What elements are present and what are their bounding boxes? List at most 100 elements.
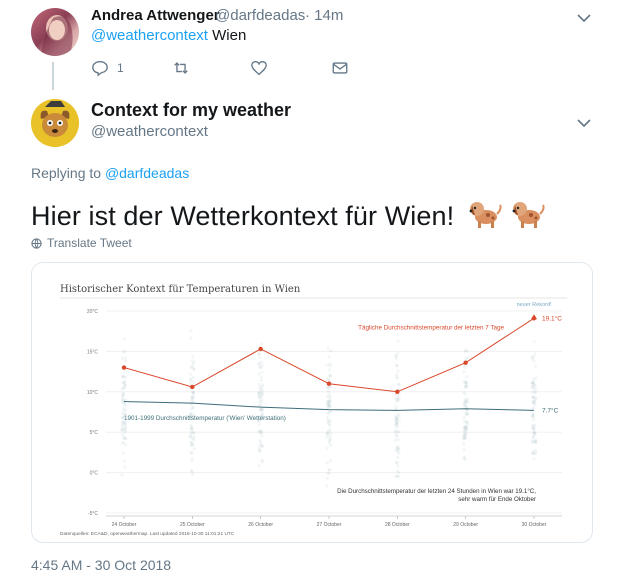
historical-data-point	[534, 440, 538, 444]
temperature-chart: 20°C 15°C 10°C 5°C 0°C -5°C 24 October 25 Octob…	[60, 297, 567, 537]
historical-data-point	[121, 392, 126, 396]
chevron-down-icon[interactable]	[577, 13, 591, 23]
historical-data-point	[121, 397, 125, 401]
historical-data-point	[191, 354, 195, 359]
historical-data-point	[260, 397, 264, 401]
historical-data-point	[189, 432, 193, 436]
recent-end-label: 19.1°C	[542, 314, 562, 322]
user-handle[interactable]: @weathercontext	[91, 123, 208, 140]
historical-data-point	[530, 355, 534, 359]
historical-data-point	[326, 420, 330, 424]
historical-data-point	[258, 387, 262, 391]
chart-footer: Datenquellen: ECA&D, openweathermap. Las…	[60, 531, 235, 537]
avatar[interactable]	[31, 8, 79, 56]
tweet-andrea[interactable]: Andrea Attwenger @darfdeadas · 14m @weat…	[0, 0, 621, 92]
historical-data-point	[396, 369, 400, 373]
historical-data-point	[257, 391, 261, 395]
historical-data-point	[463, 365, 467, 370]
historical-data-point	[190, 390, 195, 394]
historical-data-point	[123, 430, 127, 434]
direct-message-button[interactable]	[331, 58, 349, 78]
historical-data-point	[532, 418, 536, 422]
translate-label: Translate Tweet	[47, 236, 132, 250]
historical-data-point	[531, 412, 535, 416]
historical-data-point	[325, 476, 329, 480]
chart-image-card[interactable]: Historischer Kontext für Temperaturen in…	[31, 262, 593, 543]
historical-data-point	[394, 405, 398, 409]
thread-line	[52, 62, 54, 90]
record-marker	[531, 314, 537, 320]
historical-data-point	[258, 449, 262, 454]
historical-data-point	[462, 429, 466, 433]
historical-data-point	[260, 434, 264, 438]
retweet-button[interactable]	[172, 58, 190, 78]
recent-series-label: Tägliche Durchschnittstemperatur der let…	[358, 325, 504, 332]
historical-data-point	[257, 351, 261, 356]
historic-series-label: 1901-1999 Durchschnittstemperatur ('Wien…	[124, 415, 286, 422]
historical-data-point	[532, 430, 536, 434]
historical-data-point	[191, 394, 196, 399]
historical-data-point	[532, 457, 536, 461]
historical-data-point	[260, 342, 264, 346]
recent-data-point	[258, 346, 263, 352]
reply-icon	[92, 61, 108, 77]
mention-link[interactable]: @weathercontext	[91, 27, 208, 44]
chevron-down-icon[interactable]	[577, 118, 591, 128]
tweet-time[interactable]: · 14m	[305, 7, 343, 24]
historical-data-point	[463, 458, 468, 462]
historical-data-point	[258, 441, 262, 445]
historical-data-point	[260, 364, 264, 368]
historical-data-point	[190, 469, 194, 474]
historical-data-point	[326, 385, 330, 390]
historical-data-point	[122, 440, 126, 444]
x-tick-label: 26 October	[248, 522, 273, 528]
like-button[interactable]	[250, 58, 268, 78]
historical-data-point	[465, 375, 469, 379]
historical-data-point	[259, 375, 264, 379]
user-name[interactable]: Context for my weather	[91, 100, 291, 121]
historical-data-point	[123, 349, 127, 353]
historical-data-point	[394, 461, 398, 465]
recent-data-point	[463, 360, 468, 365]
user-handle[interactable]: @darfdeadas	[215, 7, 305, 24]
replying-handle-link[interactable]: @darfdeadas	[105, 165, 189, 181]
annotation-line-2: sehr warm für Ende Oktober	[458, 496, 536, 503]
tweet-text-word: Wien	[212, 27, 247, 44]
historical-data-point	[464, 381, 468, 385]
historical-data-point	[124, 443, 128, 447]
historical-data-point	[192, 367, 196, 371]
historical-data-point	[120, 473, 124, 477]
annotation-line-1: Die Durchschnittstemperatur der letzten …	[337, 488, 536, 495]
x-tick-label: 30 October	[522, 522, 547, 528]
record-label: neuer Rekord!	[517, 302, 552, 308]
historical-data-point	[191, 362, 195, 367]
historical-data-point	[328, 373, 332, 377]
historical-data-point	[121, 380, 126, 385]
historical-data-point	[123, 425, 127, 429]
tweet-timestamp[interactable]: 4:45 AM - 30 Oct 2018	[31, 557, 171, 573]
historical-data-point	[462, 442, 466, 446]
tweet-actions: 1	[91, 58, 361, 78]
historical-data-point	[258, 355, 262, 360]
reply-button[interactable]: 1	[91, 58, 124, 78]
historical-data-point	[394, 357, 399, 361]
historical-data-point	[393, 418, 398, 422]
historical-data-point	[326, 416, 330, 420]
historical-data-point	[188, 373, 193, 377]
user-name[interactable]: Andrea Attwenger	[91, 7, 220, 24]
avatar[interactable]	[31, 99, 79, 147]
historical-data-point	[329, 349, 333, 353]
replying-label: Replying to	[31, 165, 102, 181]
historical-data-point	[396, 464, 400, 468]
historical-data-point	[121, 433, 125, 437]
historical-data-point	[531, 425, 535, 429]
translate-tweet-link[interactable]: Translate Tweet	[31, 236, 132, 250]
historical-data-point	[189, 423, 193, 428]
historical-data-point	[120, 429, 124, 433]
dog-emoji-icon	[469, 202, 502, 228]
historical-data-point	[396, 474, 401, 478]
historical-data-point	[325, 446, 329, 451]
historical-data-point	[122, 337, 127, 341]
historical-data-point	[326, 400, 330, 404]
historical-data-point	[191, 436, 195, 441]
